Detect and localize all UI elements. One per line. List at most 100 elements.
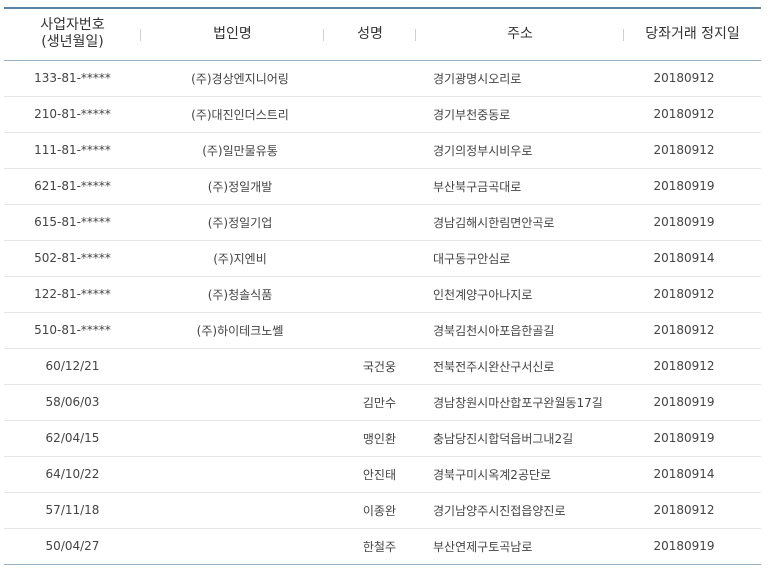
table-body: 133-81-***** (주)경상엔지니어링 경기광명시오리로 20180912 21… <box>4 60 761 565</box>
cell-biz-no: 58/06/03 <box>4 384 141 421</box>
cell-biz-no: 111-81-***** <box>4 132 141 169</box>
cell-corp-name: (주)대진인더스트리 <box>141 96 324 133</box>
cell-suspend-date: 20180919 <box>624 168 761 205</box>
cell-corp-name: (주)일만물유통 <box>141 132 324 169</box>
cell-person-name: 안진태 <box>324 456 416 493</box>
cell-biz-no: 64/10/22 <box>4 456 141 493</box>
cell-corp-name: (주)청솔식품 <box>141 276 324 313</box>
suspended-accounts-table-wrapper: 사업자번호 (생년월일) 법인명 성명 주소 당좌거래 정지일 133-81-*… <box>4 7 761 565</box>
cell-corp-name <box>141 348 324 385</box>
cell-biz-no: 210-81-***** <box>4 96 141 133</box>
cell-suspend-date: 20180919 <box>624 420 761 457</box>
table-row: 58/06/03 김만수 경남창원시마산합포구완월동17길 20180919 <box>4 384 761 421</box>
cell-suspend-date: 20180914 <box>624 240 761 277</box>
cell-corp-name <box>141 492 324 529</box>
cell-address: 경남창원시마산합포구완월동17길 <box>416 384 624 421</box>
cell-corp-name: (주)지엔비 <box>141 240 324 277</box>
cell-address: 전북전주시완산구서신로 <box>416 348 624 385</box>
table-row: 64/10/22 안진태 경북구미시옥계2공단로 20180914 <box>4 456 761 493</box>
table-row: 133-81-***** (주)경상엔지니어링 경기광명시오리로 20180912 <box>4 60 761 97</box>
header-address: 주소 <box>416 7 624 61</box>
header-person-name-label: 성명 <box>357 25 383 42</box>
suspended-accounts-table: 사업자번호 (생년월일) 법인명 성명 주소 당좌거래 정지일 133-81-*… <box>4 7 761 565</box>
cell-suspend-date: 20180912 <box>624 312 761 349</box>
cell-address: 경남김해시한림면안곡로 <box>416 204 624 241</box>
header-corp-name: 법인명 <box>141 7 324 61</box>
cell-person-name: 국건웅 <box>324 348 416 385</box>
cell-address: 부산북구금곡대로 <box>416 168 624 205</box>
table-row: 615-81-***** (주)정일기업 경남김해시한림면안곡로 20180919 <box>4 204 761 241</box>
cell-address: 경북김천시아포읍한골길 <box>416 312 624 349</box>
cell-corp-name: (주)정일개발 <box>141 168 324 205</box>
cell-biz-no: 60/12/21 <box>4 348 141 385</box>
cell-biz-no: 621-81-***** <box>4 168 141 205</box>
header-suspend-date-label: 당좌거래 정지일 <box>645 25 740 42</box>
cell-suspend-date: 20180912 <box>624 348 761 385</box>
cell-corp-name: (주)경상엔지니어링 <box>141 60 324 97</box>
cell-corp-name: (주)하이테크노쎌 <box>141 312 324 349</box>
cell-person-name <box>324 60 416 97</box>
cell-person-name <box>324 204 416 241</box>
cell-corp-name <box>141 528 324 565</box>
cell-biz-no: 615-81-***** <box>4 204 141 241</box>
table-row: 50/04/27 한철주 부산연제구토곡남로 20180919 <box>4 528 761 565</box>
cell-biz-no: 62/04/15 <box>4 420 141 457</box>
header-corp-name-label: 법인명 <box>213 25 252 42</box>
header-suspend-date: 당좌거래 정지일 <box>624 7 761 61</box>
table-row: 502-81-***** (주)지엔비 대구동구안심로 20180914 <box>4 240 761 277</box>
table-row: 60/12/21 국건웅 전북전주시완산구서신로 20180912 <box>4 348 761 385</box>
cell-address: 인천계양구아나지로 <box>416 276 624 313</box>
cell-address: 충남당진시합덕읍버그내2길 <box>416 420 624 457</box>
cell-biz-no: 122-81-***** <box>4 276 141 313</box>
cell-corp-name <box>141 384 324 421</box>
cell-biz-no: 133-81-***** <box>4 60 141 97</box>
cell-corp-name: (주)정일기업 <box>141 204 324 241</box>
table-row: 122-81-***** (주)청솔식품 인천계양구아나지로 20180912 <box>4 276 761 313</box>
cell-biz-no: 57/11/18 <box>4 492 141 529</box>
cell-corp-name <box>141 420 324 457</box>
cell-person-name: 이종완 <box>324 492 416 529</box>
header-biz-no-line2: (생년월일) <box>41 34 104 51</box>
header-address-label: 주소 <box>507 25 533 42</box>
cell-person-name <box>324 168 416 205</box>
header-biz-no-line1: 사업자번호 <box>40 17 105 34</box>
table-row: 210-81-***** (주)대진인더스트리 경기부천중동로 20180912 <box>4 96 761 133</box>
header-person-name: 성명 <box>324 7 416 61</box>
table-row: 621-81-***** (주)정일개발 부산북구금곡대로 20180919 <box>4 168 761 205</box>
header-biz-no: 사업자번호 (생년월일) <box>4 7 141 61</box>
table-row: 111-81-***** (주)일만물유통 경기의정부시비우로 20180912 <box>4 132 761 169</box>
table-row: 57/11/18 이종완 경기남양주시진접읍양진로 20180912 <box>4 492 761 529</box>
cell-suspend-date: 20180912 <box>624 132 761 169</box>
cell-person-name <box>324 132 416 169</box>
table-header: 사업자번호 (생년월일) 법인명 성명 주소 당좌거래 정지일 <box>4 7 761 61</box>
header-row: 사업자번호 (생년월일) 법인명 성명 주소 당좌거래 정지일 <box>4 7 761 61</box>
cell-person-name <box>324 96 416 133</box>
cell-person-name <box>324 276 416 313</box>
cell-person-name <box>324 312 416 349</box>
cell-suspend-date: 20180912 <box>624 96 761 133</box>
cell-suspend-date: 20180919 <box>624 528 761 565</box>
cell-biz-no: 50/04/27 <box>4 528 141 565</box>
cell-address: 부산연제구토곡남로 <box>416 528 624 565</box>
cell-address: 경기광명시오리로 <box>416 60 624 97</box>
cell-person-name: 김만수 <box>324 384 416 421</box>
cell-suspend-date: 20180912 <box>624 60 761 97</box>
cell-address: 경북구미시옥계2공단로 <box>416 456 624 493</box>
cell-biz-no: 502-81-***** <box>4 240 141 277</box>
cell-person-name <box>324 240 416 277</box>
cell-corp-name <box>141 456 324 493</box>
table-row: 62/04/15 맹인환 충남당진시합덕읍버그내2길 20180919 <box>4 420 761 457</box>
cell-address: 경기의정부시비우로 <box>416 132 624 169</box>
cell-address: 경기부천중동로 <box>416 96 624 133</box>
cell-address: 경기남양주시진접읍양진로 <box>416 492 624 529</box>
cell-suspend-date: 20180912 <box>624 276 761 313</box>
cell-biz-no: 510-81-***** <box>4 312 141 349</box>
cell-suspend-date: 20180912 <box>624 492 761 529</box>
cell-address: 대구동구안심로 <box>416 240 624 277</box>
cell-suspend-date: 20180919 <box>624 384 761 421</box>
cell-suspend-date: 20180914 <box>624 456 761 493</box>
cell-person-name: 맹인환 <box>324 420 416 457</box>
cell-suspend-date: 20180919 <box>624 204 761 241</box>
cell-person-name: 한철주 <box>324 528 416 565</box>
table-row: 510-81-***** (주)하이테크노쎌 경북김천시아포읍한골길 20180912 <box>4 312 761 349</box>
